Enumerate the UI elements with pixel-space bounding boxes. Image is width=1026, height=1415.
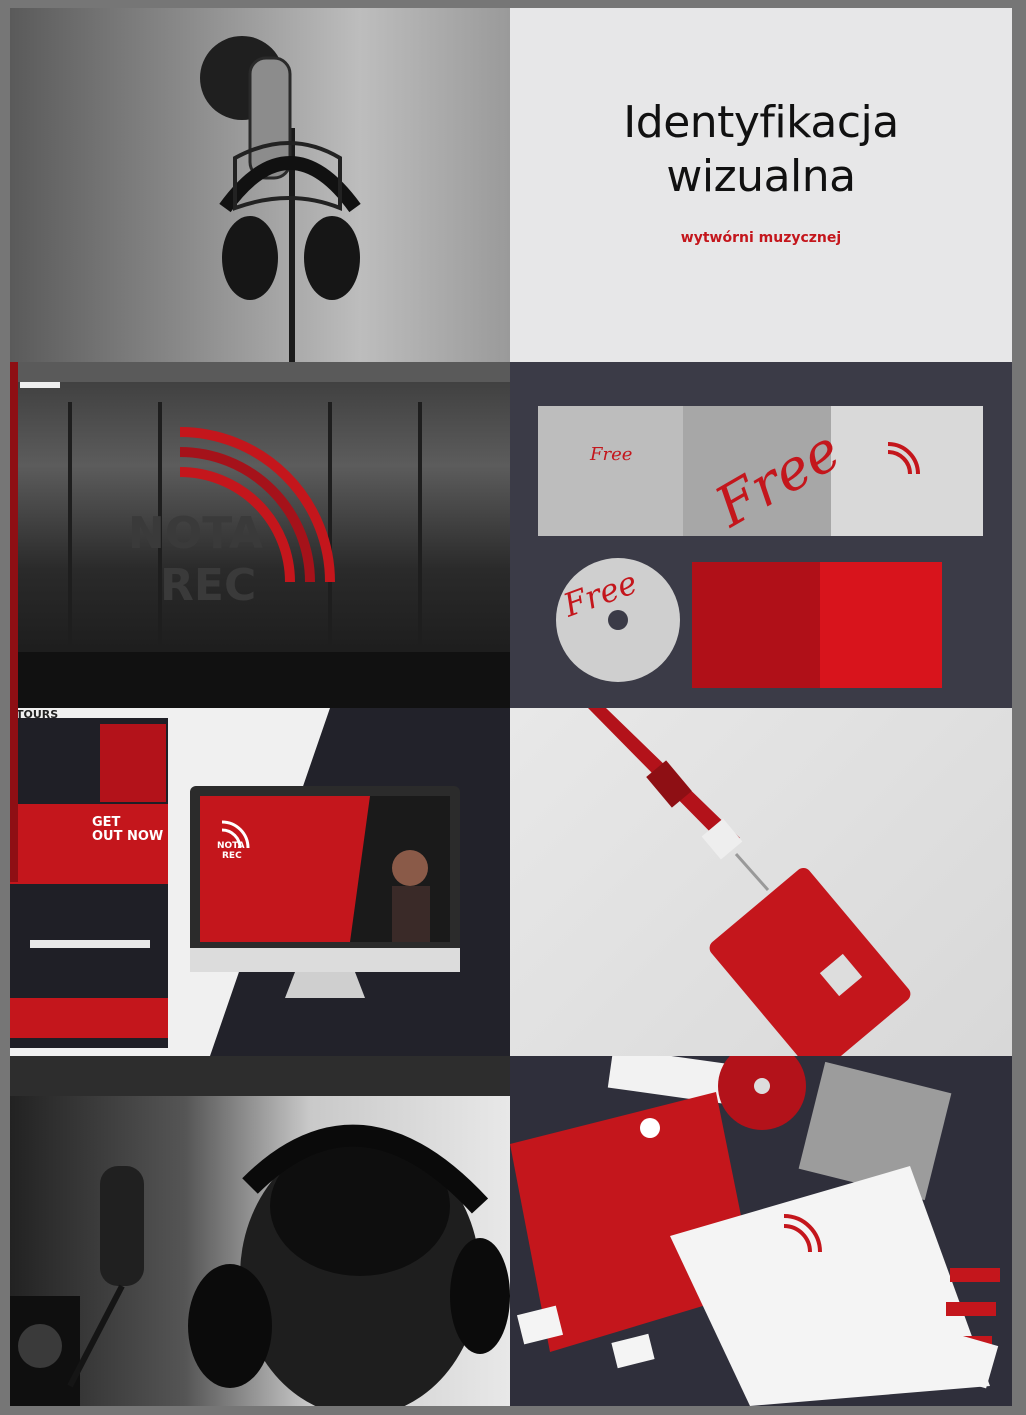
cd-front-word: Free bbox=[589, 444, 632, 465]
cd-package-illustration: Free Free Free bbox=[538, 406, 983, 688]
cd-package-mockup: Free Free Free bbox=[510, 362, 1012, 708]
title-panel: Identyfikacja wizualna wytwórni muzyczne… bbox=[510, 8, 1012, 362]
left-red-strip bbox=[10, 362, 18, 882]
office-scene: NOTA REC bbox=[10, 362, 510, 708]
microphone-photo bbox=[10, 8, 510, 362]
promo-line-1: GET bbox=[92, 815, 121, 830]
website-illustration: TOURS GET OUT NOW NOTA REC bbox=[10, 708, 510, 1056]
brand-board: Identyfikacja wizualna wytwórni muzyczne… bbox=[10, 8, 1012, 1406]
stationery-mockup bbox=[510, 1056, 1012, 1406]
headphones-illustration bbox=[10, 1056, 510, 1406]
web-logo-line-1: NOTA bbox=[217, 841, 245, 851]
office-logo-line-1: NOTA bbox=[128, 508, 263, 559]
title-line-1: Identyfikacja bbox=[623, 97, 899, 148]
office-logo-photo: NOTA REC bbox=[10, 362, 510, 708]
page-frame: Identyfikacja wizualna wytwórni muzyczne… bbox=[0, 0, 1026, 1415]
page-subtitle: wytwórni muzycznej bbox=[680, 230, 842, 246]
promo-line-2: OUT NOW bbox=[92, 829, 163, 844]
web-logo-line-2: REC bbox=[222, 851, 242, 861]
lanyard-badge-mockup bbox=[510, 708, 1012, 1056]
page-title: Identyfikacja wizualna bbox=[510, 96, 1012, 204]
headphones-photo bbox=[10, 1056, 510, 1406]
microphone-illustration bbox=[200, 36, 361, 362]
lanyard-illustration bbox=[588, 708, 911, 1056]
stationery-illustration bbox=[510, 1056, 1000, 1406]
website-mockup: TOURS GET OUT NOW NOTA REC bbox=[10, 708, 510, 1056]
tours-label: TOURS bbox=[16, 708, 58, 721]
office-logo-line-2: REC bbox=[160, 560, 256, 611]
title-line-2: wizualna bbox=[666, 151, 856, 202]
